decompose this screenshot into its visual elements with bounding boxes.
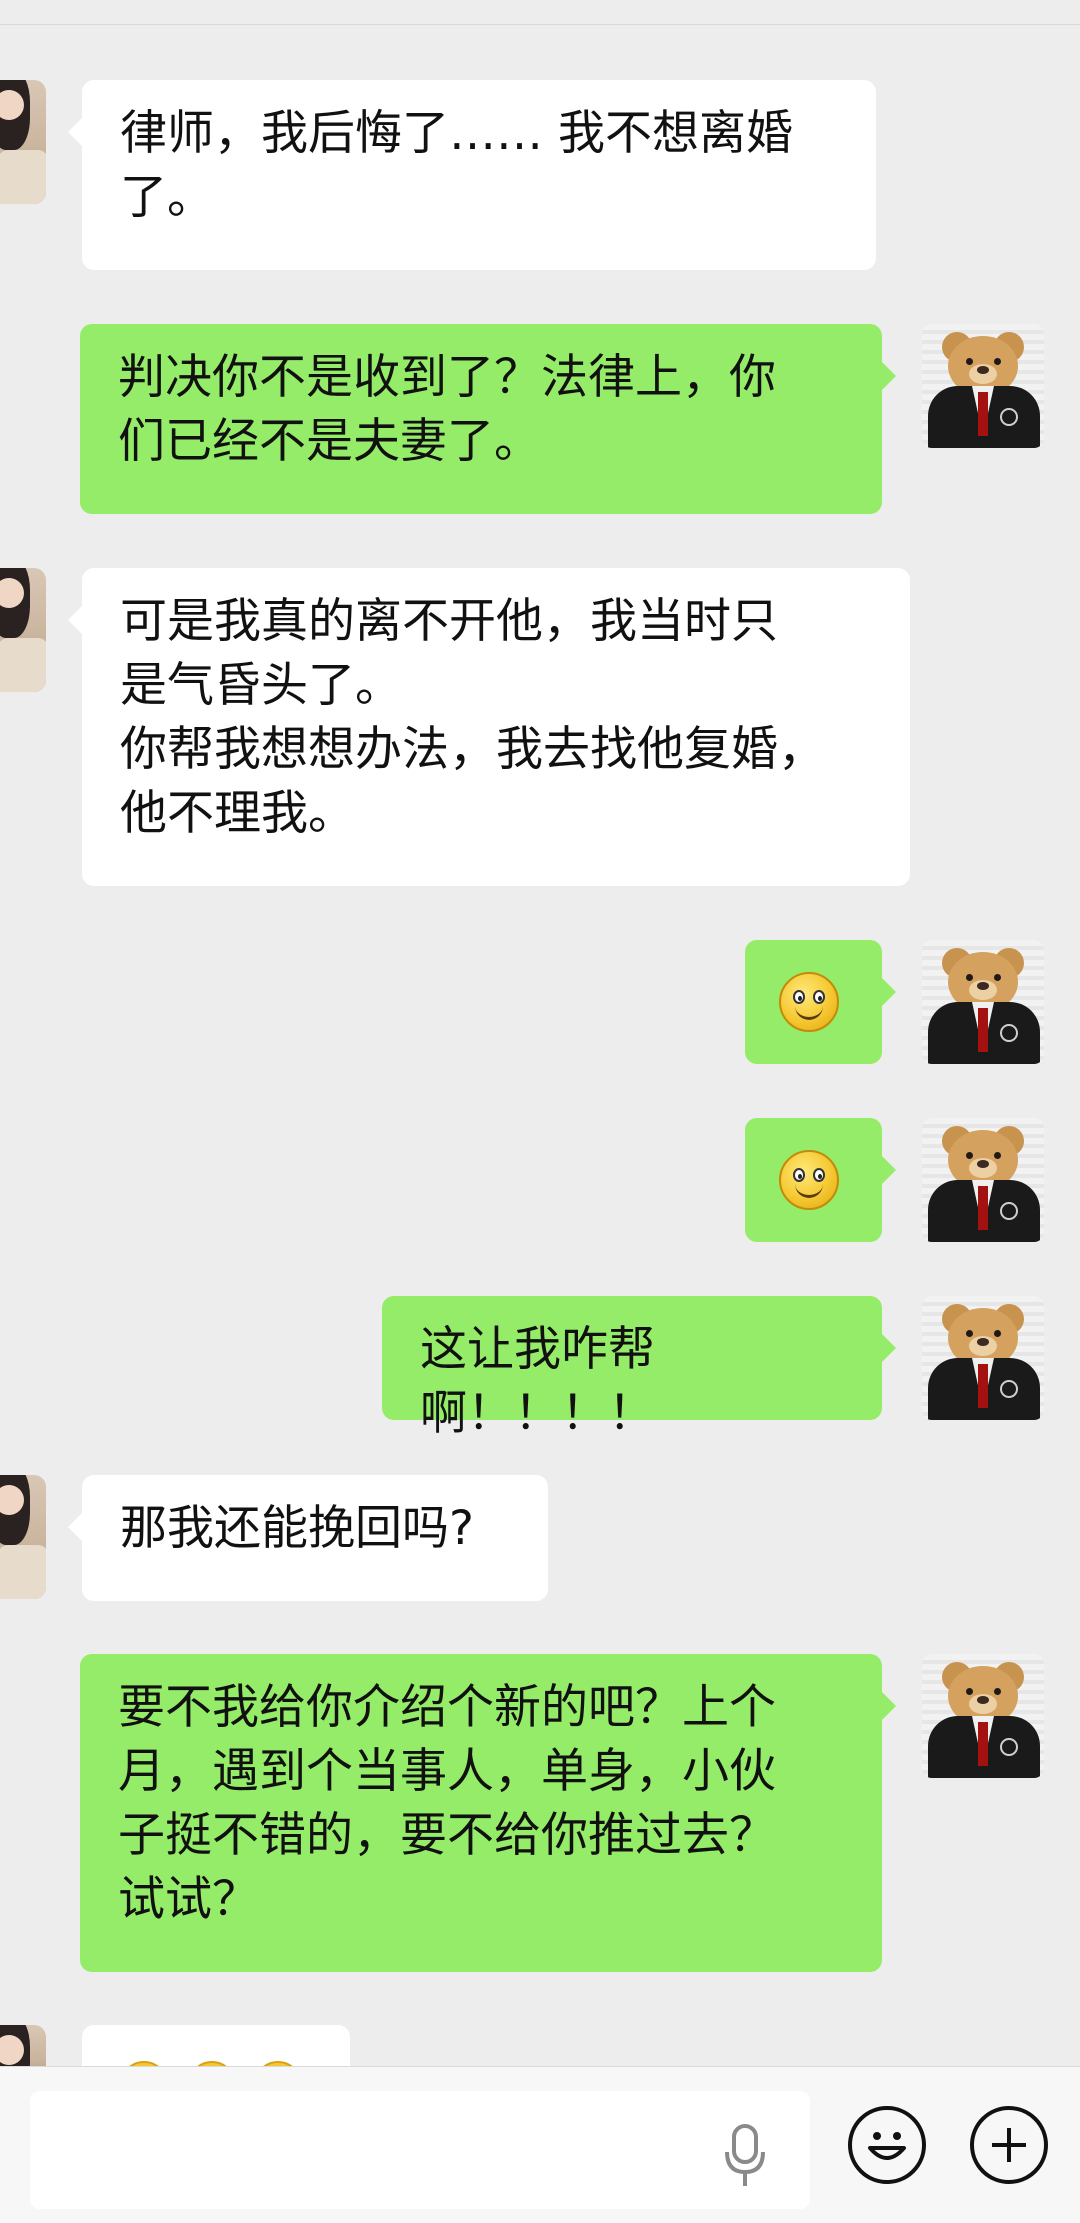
message-bubble-outgoing[interactable]: 判决你不是收到了？法律上，你 们已经不是夫妻了。 <box>80 324 896 514</box>
my-avatar[interactable] <box>922 940 1044 1064</box>
message-bubble-outgoing[interactable] <box>745 1118 896 1242</box>
message-bubble-incoming[interactable]: 那我还能挽回吗? <box>68 1475 548 1601</box>
message-bubble-outgoing[interactable] <box>745 940 896 1064</box>
message-input[interactable] <box>30 2091 810 2209</box>
contact-avatar[interactable] <box>0 80 46 204</box>
contact-avatar[interactable] <box>0 1475 46 1599</box>
my-avatar[interactable] <box>922 1654 1044 1778</box>
message-bubble-outgoing[interactable]: 要不我给你介绍个新的吧？上个 月，遇到个当事人，单身，小伙 子挺不错的，要不给你… <box>80 1654 896 1972</box>
top-edge <box>0 0 1080 25</box>
my-avatar[interactable] <box>922 324 1044 448</box>
plus-circle-icon[interactable] <box>970 2106 1048 2184</box>
my-avatar[interactable] <box>922 1118 1044 1242</box>
smile-emoji <box>779 1150 839 1210</box>
smiley-face-icon[interactable] <box>848 2106 926 2184</box>
message-bubble-outgoing[interactable]: 这让我咋帮啊！！！！ <box>382 1296 896 1441</box>
smile-emoji <box>779 972 839 1032</box>
my-avatar[interactable] <box>922 1296 1044 1420</box>
message-bubble-incoming[interactable]: 律师，我后悔了…… 我不想离婚 了。 <box>68 80 876 270</box>
contact-avatar[interactable] <box>0 568 46 692</box>
microphone-icon[interactable] <box>722 2124 768 2190</box>
message-bubble-incoming[interactable]: 可是我真的离不开他，我当时只 是气昏头了。 你帮我想想办法，我去找他复婚， 他不… <box>68 568 910 886</box>
